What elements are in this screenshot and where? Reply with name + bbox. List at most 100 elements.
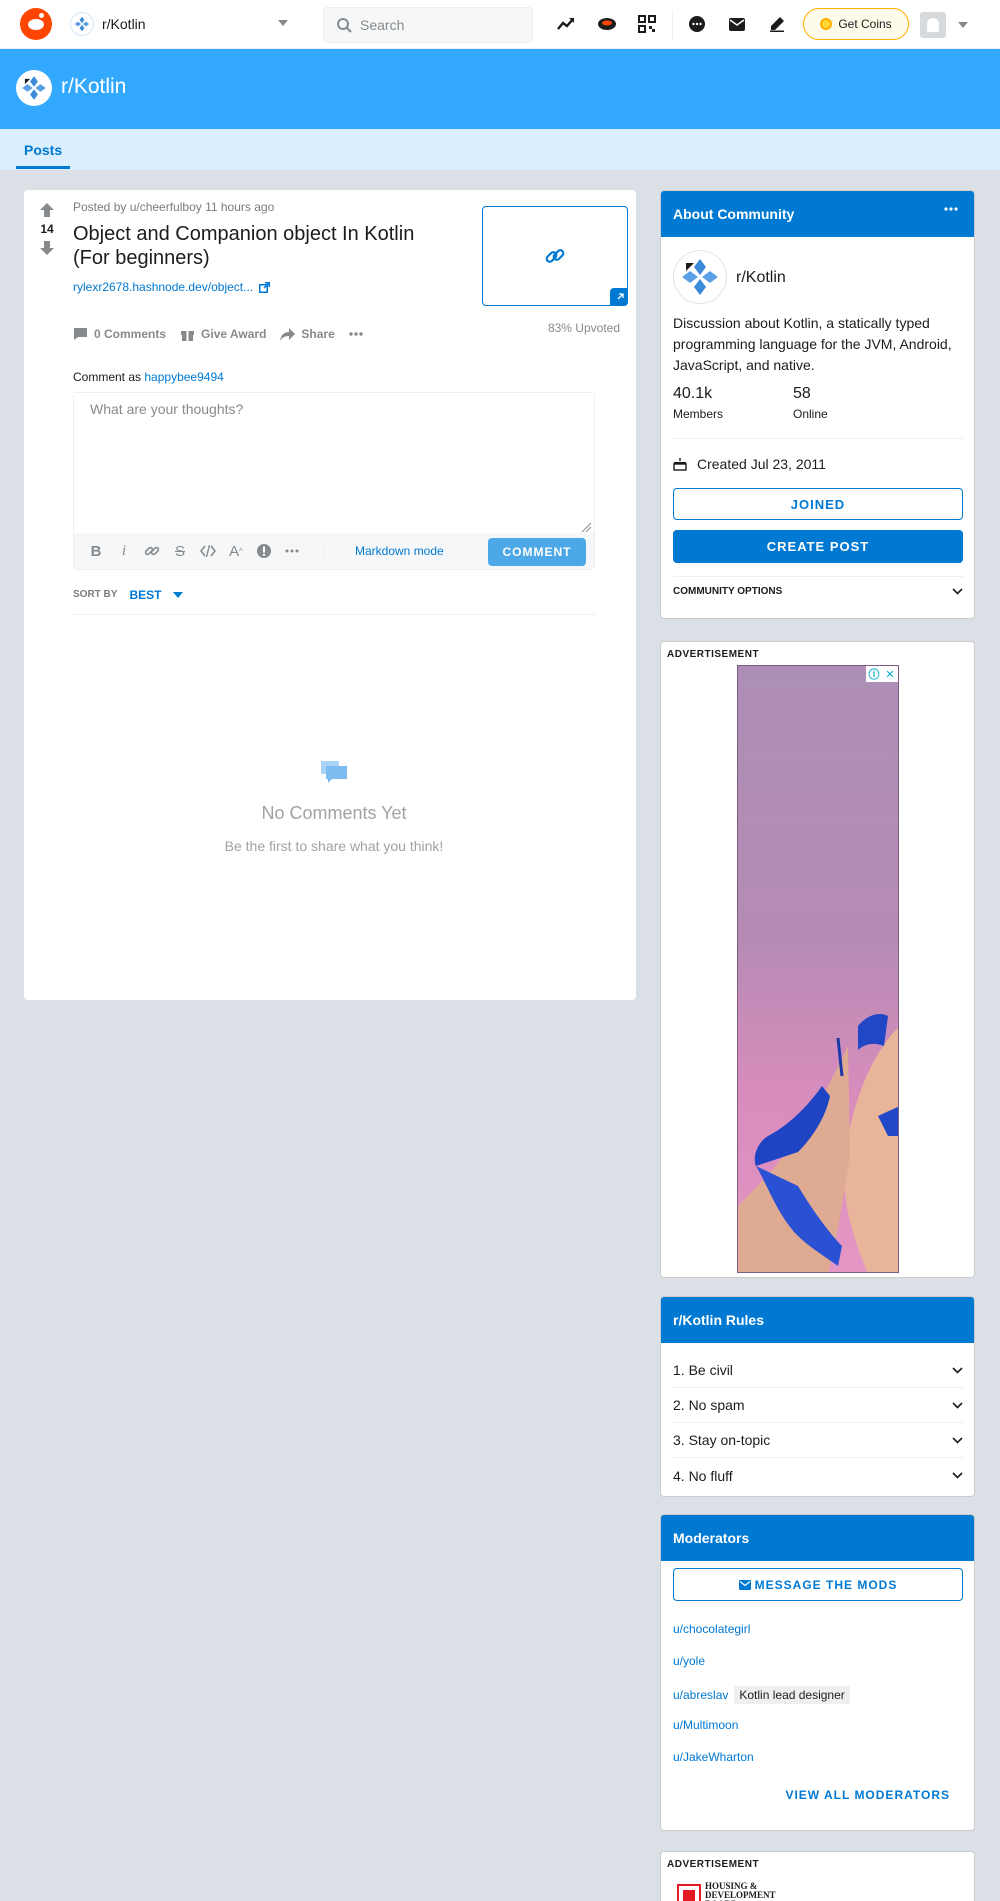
comment-username-link[interactable]: happybee9494 (144, 370, 223, 384)
rules-header: r/Kotlin Rules (673, 1312, 765, 1328)
code-icon[interactable] (194, 537, 222, 565)
divider (673, 438, 963, 439)
external-link-icon (259, 281, 271, 293)
sort-by-label: SORT BY (73, 589, 118, 600)
community-title: r/Kotlin (61, 75, 127, 98)
reddit-logo-icon[interactable] (20, 8, 52, 40)
ad-creative-image[interactable]: ⓘ ✕ (737, 665, 899, 1273)
more-dots-icon[interactable] (944, 207, 958, 211)
advertisement-widget: ADVERTISEMENT ⓘ ✕ (660, 641, 975, 1278)
post-link[interactable]: rylexr2678.hashnode.dev/object... (73, 280, 271, 294)
editor-toolbar: B i S A ^ Markdown mode COMMENT (74, 533, 594, 569)
moderator-link[interactable]: u/abreslav (673, 1688, 728, 1702)
search-input[interactable] (360, 17, 520, 33)
ad-info-icon[interactable]: ⓘ (866, 666, 882, 682)
upvoted-percentage: 83% Upvoted (547, 321, 620, 335)
close-icon[interactable]: ✕ (882, 666, 898, 682)
moderator-link[interactable]: u/chocolategirl (673, 1622, 750, 1636)
moderator-link[interactable]: u/yole (673, 1654, 705, 1668)
markdown-mode-toggle[interactable]: Markdown mode (355, 544, 444, 558)
rule-item[interactable]: 4. No fluff (673, 1458, 963, 1493)
moderator-row: u/abreslav Kotlin lead designer (673, 1686, 850, 1704)
rule-label: 1. Be civil (673, 1362, 733, 1378)
advertiser-name: HOUSING & DEVELOPMENT BOARD (705, 1881, 776, 1901)
hdb-ad-logo[interactable]: HOUSING & DEVELOPMENT BOARD (677, 1882, 775, 1901)
superscript-icon[interactable]: A ^ (222, 537, 250, 565)
about-community-widget: About Community r/Kotlin Discussion abou… (660, 190, 975, 619)
sort-bar: SORT BY BEST (73, 588, 595, 615)
community-options-label: COMMUNITY OPTIONS (673, 586, 783, 597)
moderators-header: Moderators (673, 1530, 750, 1546)
advertisement-label: ADVERTISEMENT (667, 649, 760, 660)
members-stat: 40.1k Members (673, 385, 723, 421)
qr-code-icon[interactable] (636, 13, 658, 35)
upvote-arrow-icon[interactable] (36, 202, 58, 218)
moderators-widget: Moderators MESSAGE THE MODS u/chocolateg… (660, 1514, 975, 1831)
get-coins-button[interactable]: Get Coins (803, 8, 909, 40)
message-mods-button[interactable]: MESSAGE THE MODS (673, 1568, 963, 1601)
widget-header: r/Kotlin Rules (661, 1297, 974, 1343)
advertisement-widget: ADVERTISEMENT HOUSING & DEVELOPMENT BOAR… (660, 1851, 975, 1901)
comment-textarea[interactable] (74, 393, 594, 533)
create-post-pencil-icon[interactable] (766, 13, 788, 35)
chevron-down-icon (278, 20, 288, 26)
italic-icon[interactable]: i (110, 537, 138, 565)
about-header: About Community (673, 206, 795, 222)
spoiler-alert-icon[interactable] (250, 537, 278, 565)
empty-title: No Comments Yet (261, 803, 407, 823)
chevron-down-icon (952, 1436, 963, 1444)
more-options-button[interactable] (349, 332, 369, 336)
link-chain-icon (545, 249, 565, 263)
coins-shield-icon[interactable] (596, 13, 618, 35)
user-dropdown[interactable] (920, 10, 980, 40)
rule-item[interactable]: 3. Stay on-topic (673, 1423, 963, 1458)
view-all-moderators-link[interactable]: VIEW ALL MODERATORS (785, 1788, 950, 1802)
community-rules-widget: r/Kotlin Rules 1. Be civil 2. No spam 3.… (660, 1296, 975, 1497)
sort-value: BEST (129, 588, 162, 602)
give-award-button[interactable]: Give Award (180, 327, 266, 342)
more-dots-icon[interactable] (278, 537, 306, 565)
top-navigation-bar: r/Kotlin Get Coins (0, 0, 1000, 49)
comment-submit-button[interactable]: COMMENT (488, 538, 586, 566)
share-label: Share (301, 327, 335, 341)
chat-icon[interactable] (686, 13, 708, 35)
kotlin-community-icon (16, 70, 52, 106)
tab-posts[interactable]: Posts (16, 129, 71, 169)
moderator-link[interactable]: u/Multimoon (673, 1718, 738, 1732)
created-text: Created Jul 23, 2011 (697, 456, 826, 472)
mail-icon[interactable] (726, 13, 748, 35)
search-box[interactable] (323, 7, 533, 43)
chevron-down-icon (952, 1366, 963, 1374)
rule-label: 2. No spam (673, 1397, 745, 1413)
post-title[interactable]: Object and Companion object In Kotlin (F… (73, 222, 453, 270)
community-options-toggle[interactable]: COMMUNITY OPTIONS (673, 586, 963, 597)
link-thumbnail[interactable] (482, 206, 628, 306)
joined-button[interactable]: JOINED (673, 488, 963, 520)
sort-dropdown[interactable]: BEST (129, 588, 184, 602)
share-button[interactable]: Share (280, 327, 335, 341)
shoes-illustration (738, 1014, 898, 1272)
strikethrough-icon[interactable]: S (166, 537, 194, 565)
avatar (920, 12, 946, 38)
chevron-down-icon (952, 1401, 963, 1409)
chevron-down-icon (952, 588, 963, 595)
external-link-icon (610, 288, 628, 306)
popular-trending-icon[interactable] (555, 13, 577, 35)
comment-as-line: Comment as happybee9494 (73, 370, 224, 384)
chevron-down-icon (958, 22, 968, 28)
give-award-label: Give Award (201, 327, 267, 341)
create-post-button[interactable]: CREATE POST (673, 530, 963, 563)
moderator-link[interactable]: u/JakeWharton (673, 1750, 754, 1764)
rule-item[interactable]: 1. Be civil (673, 1353, 963, 1388)
link-icon[interactable] (138, 537, 166, 565)
more-dots-icon (349, 332, 363, 336)
comments-button[interactable]: 0 Comments (73, 327, 166, 341)
community-switcher[interactable]: r/Kotlin (70, 8, 300, 40)
ad-choices[interactable]: ⓘ ✕ (866, 666, 898, 682)
rule-item[interactable]: 2. No spam (673, 1388, 963, 1423)
user-flair: Kotlin lead designer (734, 1686, 850, 1704)
bold-icon[interactable]: B (82, 537, 110, 565)
downvote-arrow-icon[interactable] (36, 240, 58, 256)
comment-as-label: Comment as (73, 370, 142, 384)
resize-handle-icon[interactable] (580, 521, 592, 533)
